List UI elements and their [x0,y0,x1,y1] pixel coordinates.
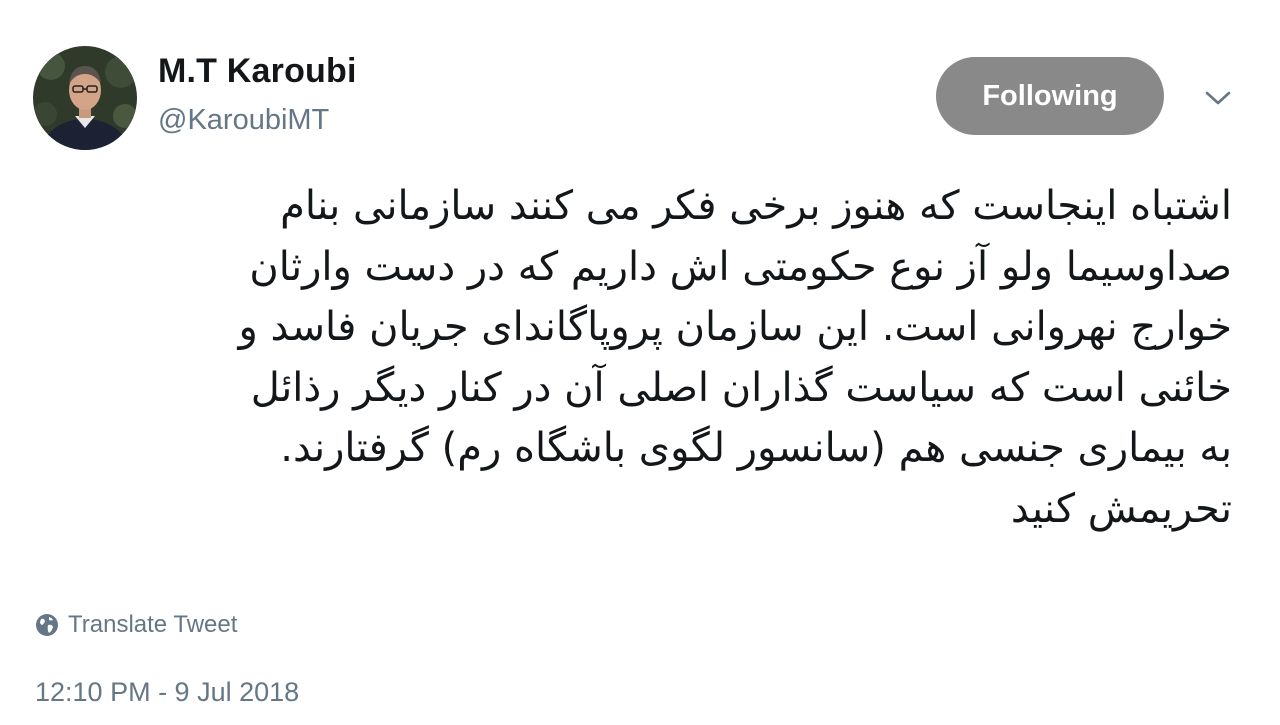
tweet-line: خوارج نهروانی است. این سازمان پروپاگاندا… [238,304,1232,350]
tweet-menu-button[interactable] [1196,80,1240,116]
profile-photo [33,46,137,150]
display-name[interactable]: M.T Karoubi [158,52,357,91]
tweet-line: به بیماری جنسی هم (سانسور لگوی باشگاه رم… [280,425,1232,471]
tweet-line: تحریمش کنید [1010,485,1232,532]
following-button[interactable]: Following [936,57,1164,135]
tweet-text: اشتباه اینجاست که هنوز برخی فکر می کنند … [52,176,1232,539]
chevron-down-icon [1205,91,1231,105]
user-handle[interactable]: @KaroubiMT [158,104,329,137]
tweet-line: صداوسیما ولو آز نوع حکومتی اش داریم که د… [249,243,1232,290]
translate-tweet-link[interactable]: Translate Tweet [35,611,237,639]
avatar[interactable] [33,46,137,150]
tweet-timestamp[interactable]: 12:10 PM - 9 Jul 2018 [35,677,299,708]
tweet-line: اشتباه اینجاست که هنوز برخی فکر می کنند … [280,183,1232,229]
translate-label: Translate Tweet [68,611,238,638]
globe-icon [36,614,58,636]
tweet-line: خائنی است که سیاست گذاران اصلی آن در کنا… [250,364,1232,411]
